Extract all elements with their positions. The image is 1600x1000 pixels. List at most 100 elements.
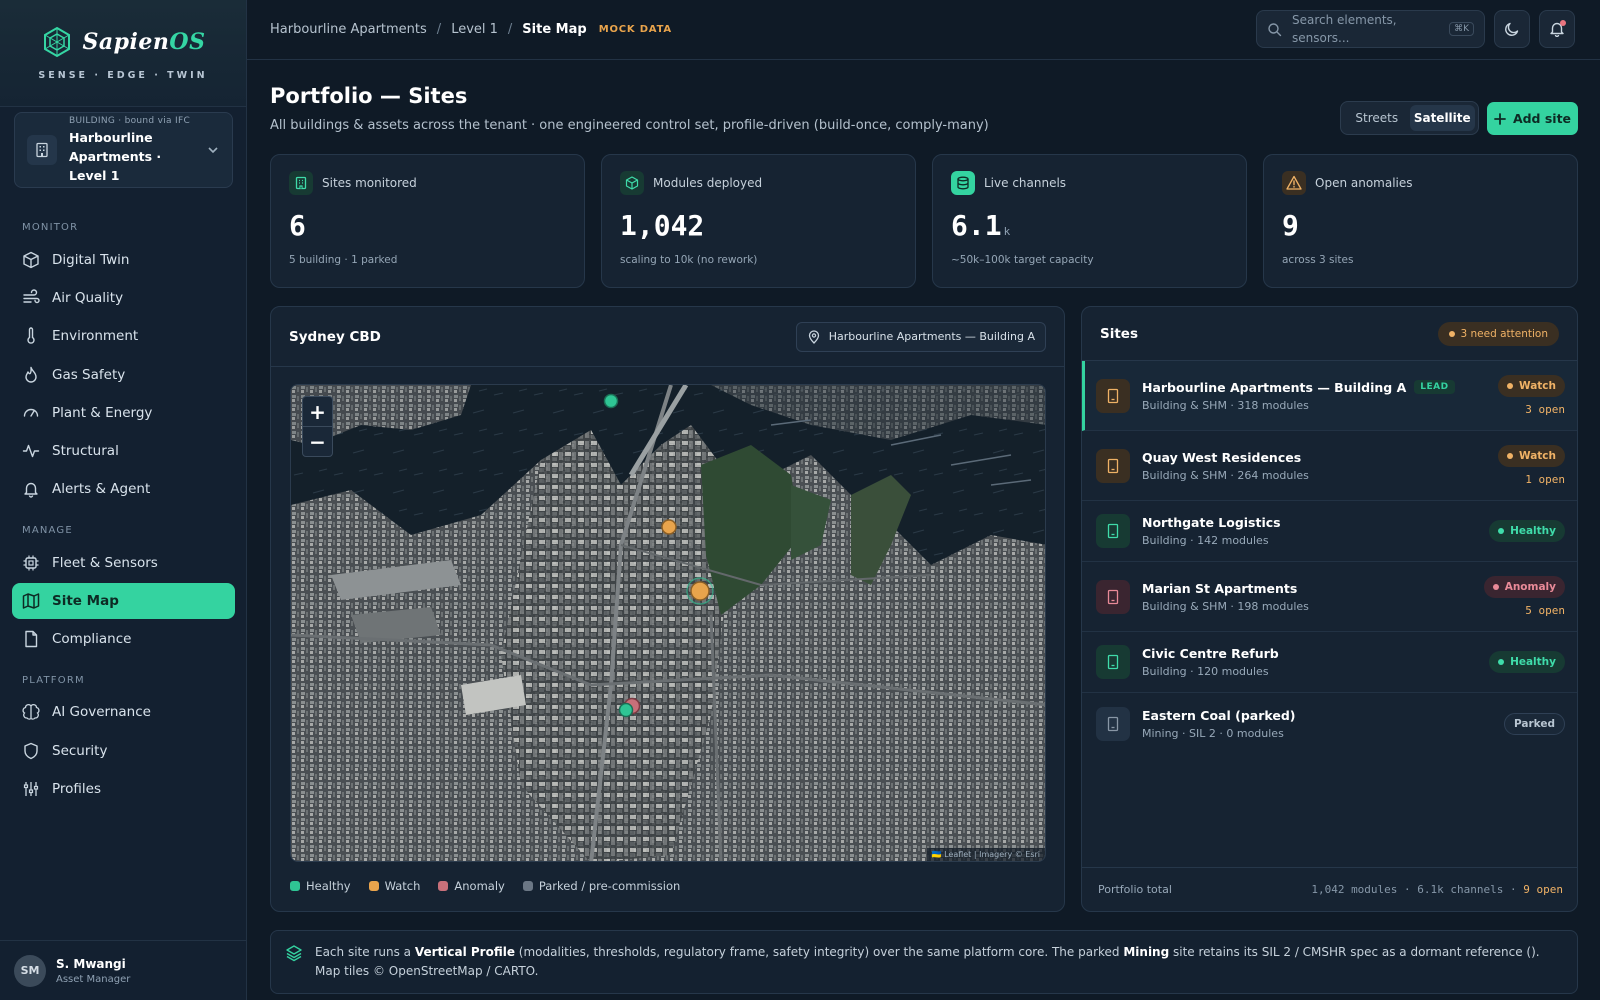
breadcrumb-root[interactable]: Harbourline Apartments — [270, 22, 427, 37]
kpi-label: Modules deployed — [653, 176, 763, 190]
status-badge: Watch — [1497, 375, 1565, 397]
wind-icon — [23, 289, 40, 304]
site-name: Civic Centre Refurb — [1142, 646, 1279, 661]
nav-label: Security — [52, 743, 108, 759]
nav-item-environment[interactable]: Environment — [12, 318, 235, 354]
nav-label: Digital Twin — [52, 252, 130, 268]
kpi-label: Sites monitored — [322, 176, 417, 190]
nav-label: AI Governance — [52, 704, 151, 720]
site-row[interactable]: Civic Centre Refurb Building · 120 modul… — [1082, 632, 1577, 693]
brand[interactable]: SapienOS SENSE · EDGE · TWIN — [0, 0, 246, 107]
satellite-option[interactable]: Satellite — [1409, 105, 1475, 131]
map-focus-site[interactable]: Harbourline Apartments — Building A — [795, 321, 1046, 352]
nav-item-plant-energy[interactable]: Plant & Energy — [12, 395, 235, 431]
nav-item-security[interactable]: Security — [12, 733, 235, 769]
theme-toggle-button[interactable] — [1494, 10, 1530, 48]
add-site-button[interactable]: Add site — [1487, 102, 1578, 135]
site-name: Harbourline Apartments — Building A — [1142, 379, 1407, 395]
moon-icon — [1505, 22, 1519, 36]
nav-item-fleet-sensors[interactable]: Fleet & Sensors — [12, 545, 235, 581]
logo-icon — [43, 26, 70, 58]
map-attribution[interactable]: 🇺🇦 Leaflet | Imagery © Esri — [926, 848, 1045, 861]
box-icon — [620, 171, 644, 195]
building-icon — [1096, 448, 1130, 483]
nav-label: Environment — [52, 328, 139, 344]
nav-label: Gas Safety — [52, 367, 126, 383]
nav-label: Structural — [52, 443, 119, 459]
nav-item-site-map[interactable]: Site Map — [12, 583, 235, 619]
zoom-out-button[interactable]: − — [303, 427, 332, 457]
site-row[interactable]: Marian St Apartments Building & SHM · 19… — [1082, 562, 1577, 632]
mock-data-badge: MOCK DATA — [598, 24, 672, 35]
site-selector[interactable]: BUILDING · bound via IFC Harbourline Apa… — [14, 112, 233, 188]
warning-icon — [1282, 171, 1306, 195]
nav-label: Air Quality — [52, 290, 124, 306]
kpi-footnote: scaling to 10k (no rework) — [620, 254, 758, 266]
notification-dot — [1560, 20, 1566, 26]
map-focus-label: Harbourline Apartments — Building A — [828, 330, 1035, 343]
open-count: 1 open — [1525, 473, 1565, 486]
thermometer-icon — [27, 327, 35, 344]
breadcrumb-current: Site Map — [522, 22, 587, 37]
site-subtitle: Building & SHM · 318 modules — [1142, 398, 1309, 412]
site-row[interactable]: Eastern Coal (parked) Mining · SIL 2 · 0… — [1082, 693, 1577, 754]
site-name: Eastern Coal (parked) — [1142, 707, 1296, 723]
nav-section-monitor: MONITOR — [22, 222, 79, 233]
legend-anomaly: Anomaly — [438, 879, 505, 893]
kpi-value: 6.1 k — [951, 209, 1011, 242]
notifications-button[interactable] — [1539, 10, 1575, 48]
document-icon — [25, 630, 38, 648]
status-badge: Healthy — [1489, 520, 1565, 542]
nav-item-structural[interactable]: Structural — [12, 433, 235, 469]
kpi-card-channels: Live channels 6.1 k ~50k–100k target capa… — [932, 154, 1247, 288]
site-row[interactable]: Harbourline Apartments — Building A LEAD … — [1082, 361, 1577, 431]
sites-panel: Sites 3 need attention Harbourline Apart… — [1081, 306, 1578, 912]
cube-icon — [23, 251, 39, 269]
zoom-controls: + − — [302, 396, 333, 457]
search-input[interactable]: Search elements, sensors... ⌘K — [1256, 10, 1485, 48]
page-subtitle: All buildings & assets across the tenant… — [270, 118, 989, 133]
brand-name: SapienOS — [82, 29, 206, 55]
page-title: Portfolio — Sites — [270, 84, 468, 108]
nav-item-gas-safety[interactable]: Gas Safety — [12, 357, 235, 393]
kpi-footnote: ~50k–100k target capacity — [951, 254, 1094, 266]
sidebar: SapienOS SENSE · EDGE · TWIN BUILDING · … — [0, 0, 247, 1000]
streets-option[interactable]: Streets — [1344, 105, 1410, 131]
nav-item-air-quality[interactable]: Air Quality — [12, 280, 235, 316]
chevron-down-icon — [208, 147, 218, 154]
user-role: Asset Manager — [56, 973, 131, 985]
zoom-in-button[interactable]: + — [303, 397, 332, 427]
breadcrumb-separator: / — [436, 22, 442, 37]
nav-item-ai-governance[interactable]: AI Governance — [12, 694, 235, 730]
avatar: SM — [14, 954, 46, 987]
kpi-card-sites: Sites monitored 6 5 building · 1 parked — [270, 154, 585, 288]
site-subtitle: Building · 142 modules — [1142, 534, 1269, 547]
nav-label: Fleet & Sensors — [52, 555, 158, 571]
attention-badge: 3 need attention — [1437, 321, 1559, 346]
kpi-value: 1,042 — [620, 209, 705, 242]
site-row[interactable]: Northgate Logistics Building · 142 modul… — [1082, 501, 1577, 562]
kpi-footnote: across 3 sites — [1282, 254, 1354, 266]
lead-tag: LEAD — [1414, 380, 1455, 394]
nav-label: Site Map — [52, 593, 119, 609]
site-row[interactable]: Quay West Residences Building & SHM · 26… — [1082, 431, 1577, 501]
status-badge: Parked — [1503, 712, 1565, 735]
profile-note-text: Each site runs a Vertical Profile (modal… — [315, 945, 1540, 978]
satellite-map[interactable]: + − 🇺🇦 Leaflet | Imagery © Esri — [290, 384, 1046, 862]
building-icon — [1096, 514, 1130, 548]
nav-item-alerts-agent[interactable]: Alerts & Agent — [12, 471, 235, 507]
activity-icon — [22, 444, 40, 458]
site-name: Marian St Apartments — [1142, 580, 1298, 596]
user-profile[interactable]: SM S. Mwangi Asset Manager — [0, 940, 247, 1000]
building-icon — [1096, 706, 1130, 741]
kpi-label: Open anomalies — [1315, 176, 1413, 190]
satellite-imagery — [291, 385, 1045, 861]
breadcrumb-separator: / — [507, 22, 513, 37]
kpi-footnote: 5 building · 1 parked — [289, 254, 398, 266]
breadcrumb-level[interactable]: Level 1 — [451, 22, 498, 37]
nav-item-profiles[interactable]: Profiles — [12, 771, 235, 807]
building-icon — [1096, 579, 1130, 614]
site-context: BUILDING · bound via IFC — [69, 115, 191, 126]
nav-item-compliance[interactable]: Compliance — [12, 621, 235, 657]
nav-item-digital-twin[interactable]: Digital Twin — [12, 242, 235, 278]
